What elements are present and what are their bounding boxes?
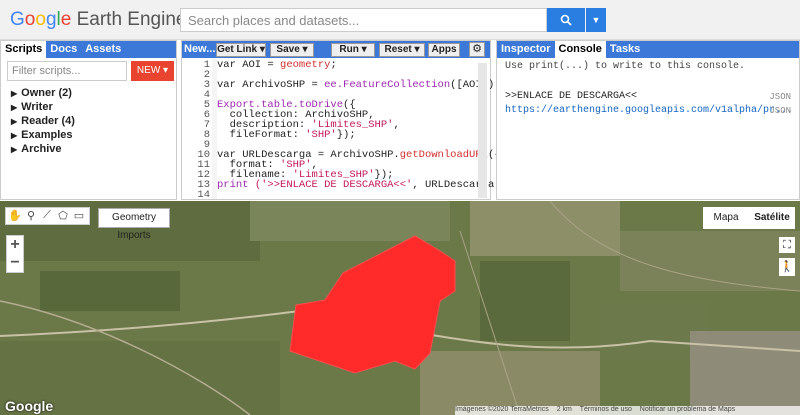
script-tree: ▶ Owner (2) ▶ Writer ▶ Reader (4) ▶ Examples… — [11, 87, 75, 157]
map-type-control: Mapa Satélite — [703, 207, 795, 229]
console-output: >>ENLACE DE DESCARGA<< — [505, 91, 638, 102]
save-button[interactable]: Save ▾ — [270, 43, 314, 57]
apps-button[interactable]: Apps — [428, 43, 460, 57]
code-editor-panel: New... Get Link ▾ Save ▾ Run ▾ Reset ▾ A… — [181, 40, 507, 201]
tab-console[interactable]: Console — [554, 41, 606, 58]
script-title: New... — [184, 43, 216, 55]
tab-tasks[interactable]: Tasks — [606, 41, 644, 58]
rectangle-icon[interactable]: ▭ — [72, 209, 86, 223]
console-hint: Use print(...) to write to this console. — [505, 61, 746, 72]
top-bar: Google Earth Engine Search places and da… — [0, 0, 800, 40]
tree-item-writer[interactable]: ▶ Writer — [11, 101, 75, 115]
tree-item-reader[interactable]: ▶ Reader (4) — [11, 115, 75, 129]
tree-item-examples[interactable]: ▶ Examples — [11, 129, 75, 143]
console-panel: Inspector Console Tasks Use print(...) t… — [496, 40, 800, 200]
tab-inspector[interactable]: Inspector — [497, 41, 555, 58]
drawing-tools: ✋ ⚲ ⟋ ⬠ ▭ — [5, 207, 90, 225]
download-url-link[interactable]: https://earthengine.googleapis.com/v1alp… — [505, 105, 793, 116]
geometry-imports-button[interactable]: Geometry Imports — [98, 208, 170, 241]
tab-scripts[interactable]: Scripts — [1, 41, 47, 58]
search-dropdown-button[interactable]: ▼ — [586, 8, 606, 32]
google-map-logo: Google — [5, 398, 54, 414]
gear-icon[interactable]: ⚙ — [469, 42, 485, 57]
map-view[interactable]: ✋ ⚲ ⟋ ⬠ ▭ Geometry Imports + − Mapa Saté… — [0, 201, 800, 415]
fullscreen-icon[interactable]: ⛶ — [779, 237, 795, 253]
new-button[interactable]: NEW ▾ — [131, 61, 174, 81]
tree-item-archive[interactable]: ▶ Archive — [11, 143, 75, 157]
get-link-button[interactable]: Get Link ▾ — [216, 43, 266, 57]
hand-icon[interactable]: ✋ — [8, 209, 22, 223]
map-type-satellite[interactable]: Satélite — [749, 207, 795, 229]
zoom-out-button[interactable]: − — [7, 254, 23, 272]
json-toggle[interactable]: JSON — [769, 92, 791, 102]
search-button[interactable] — [547, 8, 585, 32]
zoom-control: + − — [6, 235, 24, 273]
scripts-panel: Scripts Docs Assets Filter scripts... NE… — [0, 40, 177, 200]
json-toggle[interactable]: JSON — [769, 106, 791, 116]
map-type-mapa[interactable]: Mapa — [703, 207, 749, 229]
tab-assets[interactable]: Assets — [81, 41, 125, 58]
tree-item-owner[interactable]: ▶ Owner (2) — [11, 87, 75, 101]
search-icon — [560, 14, 572, 26]
code-line: fileFormat: 'SHP'}); — [217, 129, 356, 141]
line-icon[interactable]: ⟋ — [40, 209, 54, 223]
tab-docs[interactable]: Docs — [46, 41, 81, 58]
filter-scripts-input[interactable]: Filter scripts... — [7, 61, 127, 81]
point-icon[interactable]: ⚲ — [24, 209, 38, 223]
polygon-icon[interactable]: ⬠ — [56, 209, 70, 223]
code-line: var ArchivoSHP = ee.FeatureCollection([A… — [217, 79, 501, 91]
run-button[interactable]: Run ▾ — [331, 43, 375, 57]
zoom-in-button[interactable]: + — [7, 236, 23, 254]
code-editor[interactable]: 1 2 3 4 5 6 7 8 9 10 11 12 13 14 var AOI… — [182, 59, 506, 201]
earth-engine-logo[interactable]: Google Earth Engine — [10, 9, 186, 31]
code-line: print ('>>ENLACE DE DESCARGA<<', URLDesc… — [217, 179, 507, 191]
reset-button[interactable]: Reset ▾ — [379, 43, 425, 57]
map-footer: Imágenes ©2020 TerraMetrics 2 km Término… — [455, 406, 800, 415]
editor-scrollbar[interactable] — [478, 63, 487, 198]
code-line: var AOI = geometry; — [217, 59, 337, 71]
pegman-icon[interactable]: 🚶 — [779, 258, 795, 276]
search-input[interactable]: Search places and datasets... — [180, 8, 547, 32]
